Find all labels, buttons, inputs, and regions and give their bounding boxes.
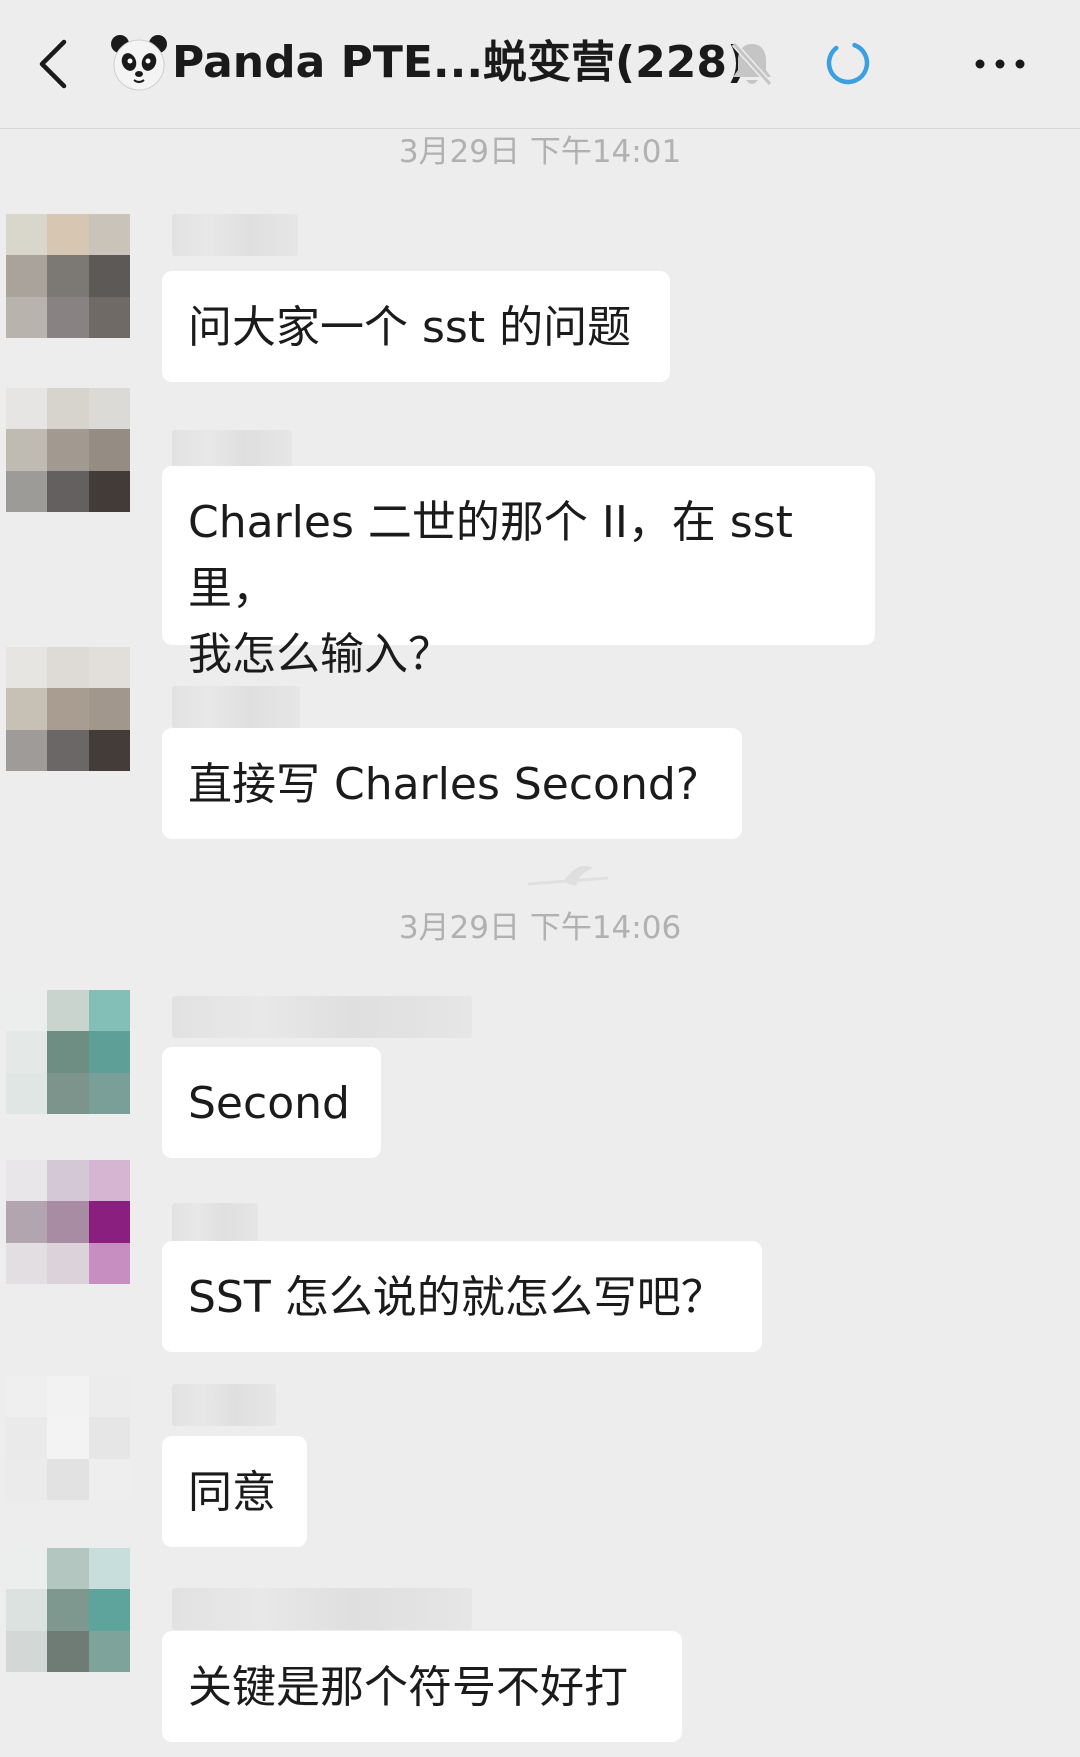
message-bubble[interactable]: Charles 二世的那个 II，在 sst 里， 我怎么输入？ <box>162 466 875 680</box>
avatar[interactable] <box>6 214 130 338</box>
avatar[interactable] <box>6 1160 130 1284</box>
message-text: 直接写 Charles Second? <box>188 759 700 810</box>
watermark-mark <box>468 852 618 907</box>
ellipsis-icon <box>975 59 1025 69</box>
message-text: Second <box>188 1078 350 1129</box>
sender-name-blurred <box>172 996 472 1038</box>
loading-ring-icon <box>824 39 872 87</box>
message-text: Charles 二世的那个 II，在 sst 里， 我怎么输入？ <box>188 497 793 680</box>
sender-name-blurred <box>172 1588 472 1630</box>
sender-name-blurred <box>172 214 298 256</box>
panda-face-icon <box>110 34 168 92</box>
message-bubble[interactable]: 问大家一个 sst 的问题 <box>162 271 670 382</box>
chat-title[interactable]: Panda PTE...蜕变营(228) <box>172 26 747 100</box>
message-bubble[interactable]: Second <box>162 1047 381 1158</box>
bell-off-icon <box>728 38 776 90</box>
message-text: 同意 <box>188 1467 276 1518</box>
avatar[interactable] <box>6 388 130 512</box>
message-text: 关键是那个符号不好打 <box>188 1662 628 1713</box>
message-text: SST 怎么说的就怎么写吧？ <box>188 1272 725 1323</box>
message-bubble[interactable]: 关键是那个符号不好打 <box>162 1631 682 1742</box>
message-bubble[interactable]: 直接写 Charles Second? <box>162 728 742 839</box>
chat-header: Panda PTE...蜕变营(228) <box>0 0 1080 129</box>
message-text: 问大家一个 sst 的问题 <box>188 302 632 353</box>
message-bubble[interactable]: 同意 <box>162 1436 307 1547</box>
chevron-left-icon <box>39 39 67 89</box>
timestamp: 3月29日 下午14:01 <box>398 134 682 170</box>
message-bubble[interactable]: SST 怎么说的就怎么写吧？ <box>162 1241 762 1352</box>
back-button[interactable] <box>34 34 74 94</box>
sender-name-blurred <box>172 1203 258 1245</box>
avatar[interactable] <box>6 1376 130 1500</box>
more-options-button[interactable] <box>970 42 1030 86</box>
timestamp: 3月29日 下午14:06 <box>398 910 682 946</box>
sender-name-blurred <box>172 686 300 728</box>
avatar[interactable] <box>6 647 130 771</box>
avatar[interactable] <box>6 990 130 1114</box>
sender-name-blurred <box>172 1384 276 1426</box>
avatar[interactable] <box>6 1548 130 1672</box>
